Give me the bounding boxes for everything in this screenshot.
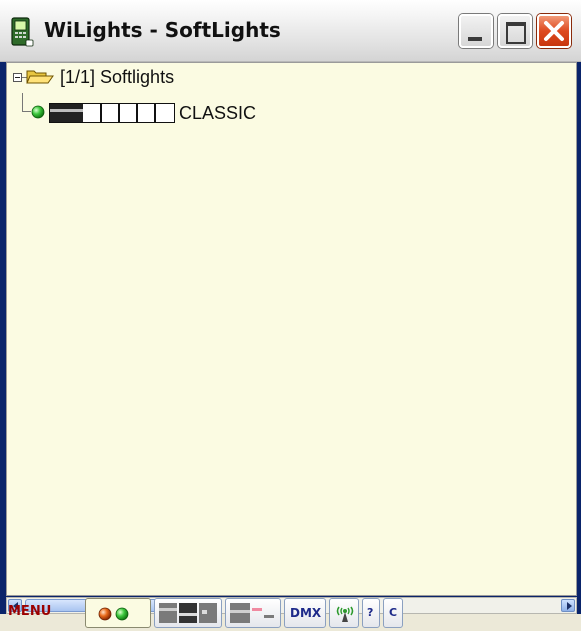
collapse-toggle-icon[interactable] xyxy=(13,73,22,82)
red-green-led-icon xyxy=(98,607,129,621)
dmx-button[interactable]: DMX xyxy=(284,598,326,628)
layout-panels-button[interactable] xyxy=(154,598,222,628)
window-title: WiLights - SoftLights xyxy=(44,18,281,42)
layout-fader-button[interactable] xyxy=(225,598,281,628)
close-icon xyxy=(544,21,564,41)
dmx-button-label: DMX xyxy=(290,606,322,620)
tree-item-label: CLASSIC xyxy=(179,103,257,123)
device-tree-panel[interactable]: [1/1] Softlights CLASSIC xyxy=(6,62,577,596)
scroll-right-button[interactable] xyxy=(561,599,575,612)
c-button[interactable]: C xyxy=(383,598,403,628)
c-button-label: C xyxy=(389,606,398,619)
close-button[interactable] xyxy=(537,14,571,48)
phone-light-icon xyxy=(11,17,34,47)
layout-panels-icon xyxy=(159,603,217,623)
help-button[interactable]: ? xyxy=(362,598,380,628)
maximize-button[interactable] xyxy=(498,14,532,48)
tree-item-label: [1/1] Softlights xyxy=(60,67,175,87)
menu-button[interactable]: MENU xyxy=(8,602,51,622)
layout-fader-icon xyxy=(230,603,274,623)
tree-connector xyxy=(22,93,31,112)
fader-bars-icon xyxy=(49,103,175,123)
green-led-icon xyxy=(31,105,45,119)
minimize-button[interactable] xyxy=(459,14,493,48)
arrow-right-icon xyxy=(567,602,572,610)
status-tab-button[interactable] xyxy=(85,598,151,628)
help-button-label: ? xyxy=(367,606,374,619)
open-folder-icon xyxy=(26,70,54,84)
title-bar[interactable]: WiLights - SoftLights xyxy=(0,0,581,62)
app-window: WiLights - SoftLights [1/1] Softlights C… xyxy=(0,0,581,631)
wireless-button[interactable] xyxy=(329,598,359,628)
antenna-icon xyxy=(336,606,354,622)
